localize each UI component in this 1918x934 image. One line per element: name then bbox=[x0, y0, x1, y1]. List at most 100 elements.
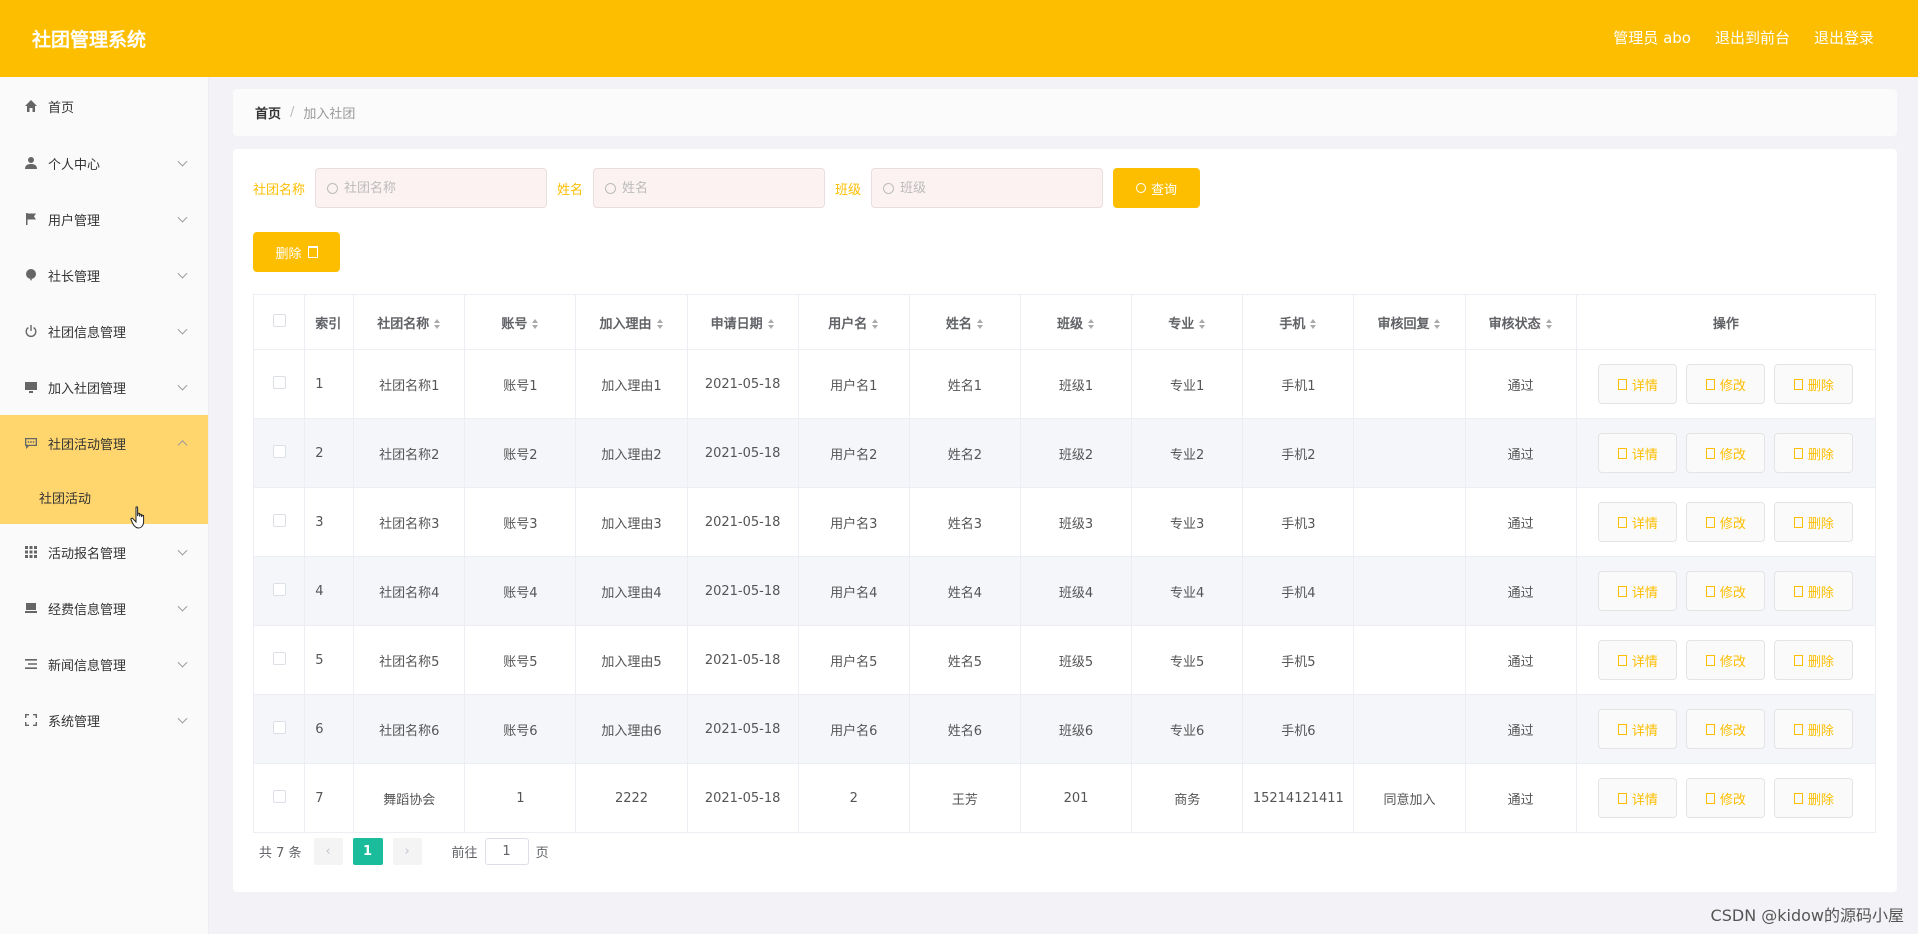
delete-button[interactable]: 删除 bbox=[1774, 433, 1854, 473]
row-checkbox[interactable] bbox=[272, 789, 286, 803]
sort-icon[interactable] bbox=[434, 319, 441, 329]
sort-icon[interactable] bbox=[1434, 319, 1441, 329]
cell-reason: 加入理由5 bbox=[575, 625, 688, 695]
edit-button[interactable]: 修改 bbox=[1686, 640, 1766, 680]
row-select-cell bbox=[252, 556, 306, 626]
column-header[interactable]: 专业 bbox=[1131, 294, 1244, 350]
sidebar-item-label: 经费信息管理 bbox=[48, 602, 127, 618]
column-header[interactable]: 社团名称 bbox=[353, 294, 466, 350]
column-header-label: 加入理由 bbox=[599, 316, 652, 332]
club-name-field[interactable] bbox=[315, 168, 548, 208]
sort-icon[interactable] bbox=[1199, 319, 1206, 329]
sidebar-item-home[interactable]: 首页 bbox=[0, 77, 208, 135]
delete-button-label: 删除 bbox=[1807, 447, 1834, 463]
select-all-checkbox[interactable] bbox=[272, 313, 286, 327]
column-header[interactable]: 申请日期 bbox=[686, 294, 799, 350]
column-header[interactable]: 账号 bbox=[464, 294, 577, 350]
next-page-button[interactable]: › bbox=[392, 838, 422, 865]
sort-icon[interactable] bbox=[532, 319, 539, 329]
sidebar-item-funding-management[interactable]: 经费信息管理 bbox=[0, 580, 208, 636]
edit-button[interactable]: 修改 bbox=[1686, 709, 1766, 749]
sort-icon[interactable] bbox=[976, 319, 984, 329]
sort-icon[interactable] bbox=[1310, 319, 1317, 329]
table-row: 5 社团名称5 账号5 加入理由5 2021-05-18 用户名5 姓名5 班级5 专业5 手机5… bbox=[252, 625, 1877, 695]
class-input[interactable] bbox=[900, 180, 1081, 196]
column-header[interactable]: 姓名 bbox=[908, 294, 1021, 350]
column-header[interactable]: 审核回复 bbox=[1353, 294, 1466, 350]
page-number-active[interactable]: 1 bbox=[352, 838, 383, 865]
detail-button[interactable]: 详情 bbox=[1598, 640, 1678, 680]
club-name-input[interactable] bbox=[344, 180, 525, 196]
query-button[interactable]: 查询 bbox=[1113, 168, 1201, 208]
class-field[interactable] bbox=[871, 168, 1104, 208]
sidebar-item-personal-center[interactable]: 个人中心 bbox=[0, 135, 208, 191]
column-header[interactable]: 用户名 bbox=[797, 294, 910, 350]
cell-club: 社团名称6 bbox=[353, 694, 466, 764]
cell-index: 6 bbox=[304, 694, 355, 764]
column-header[interactable]: 班级 bbox=[1019, 294, 1133, 350]
edit-button[interactable]: 修改 bbox=[1686, 778, 1766, 818]
column-header[interactable]: 审核状态 bbox=[1464, 294, 1577, 350]
sidebar-item-club-info-management[interactable]: 社团信息管理 bbox=[0, 303, 208, 359]
sidebar-item-join-club-management[interactable]: 加入社团管理 bbox=[0, 359, 208, 415]
detail-button[interactable]: 详情 bbox=[1598, 502, 1678, 542]
delete-button[interactable]: 删除 bbox=[1774, 502, 1854, 542]
sort-icon[interactable] bbox=[656, 319, 664, 329]
breadcrumb-home[interactable]: 首页 bbox=[255, 103, 281, 122]
row-checkbox[interactable] bbox=[272, 582, 286, 596]
row-checkbox[interactable] bbox=[272, 375, 286, 389]
sort-icon[interactable] bbox=[767, 319, 775, 329]
row-checkbox[interactable] bbox=[272, 444, 286, 458]
edit-button[interactable]: 修改 bbox=[1686, 364, 1766, 404]
admin-user-label[interactable]: 管理员 abo bbox=[1613, 27, 1691, 48]
trash-icon bbox=[1793, 516, 1803, 528]
sidebar-item-system-management[interactable]: 系统管理 bbox=[0, 692, 208, 748]
cell-actions: 详情 修改 删除 bbox=[1575, 763, 1877, 833]
sidebar-subitem-club-activity[interactable]: 社团活动 bbox=[0, 471, 208, 524]
row-actions: 详情 修改 删除 bbox=[1577, 364, 1875, 404]
sort-icon[interactable] bbox=[872, 319, 879, 329]
goto-page-input[interactable] bbox=[484, 838, 529, 865]
delete-button[interactable]: 删除 bbox=[1774, 364, 1854, 404]
sidebar-item-activity-registration-management[interactable]: 活动报名管理 bbox=[0, 524, 208, 580]
sort-icon[interactable] bbox=[1545, 319, 1553, 329]
cell-date: 2021-05-18 bbox=[686, 763, 799, 833]
list-icon bbox=[24, 657, 38, 671]
row-checkbox[interactable] bbox=[272, 720, 286, 734]
name-input[interactable] bbox=[622, 180, 803, 196]
sidebar-item-user-management[interactable]: 用户管理 bbox=[0, 191, 208, 247]
detail-button[interactable]: 详情 bbox=[1598, 778, 1678, 818]
edit-button[interactable]: 修改 bbox=[1686, 571, 1766, 611]
delete-button[interactable]: 删除 bbox=[1774, 778, 1854, 818]
sidebar-item-president-management[interactable]: 社长管理 bbox=[0, 247, 208, 303]
row-checkbox[interactable] bbox=[272, 651, 286, 665]
sidebar-item-label: 加入社团管理 bbox=[48, 381, 127, 397]
cell-major: 商务 bbox=[1131, 763, 1244, 833]
back-to-front-link[interactable]: 退出到前台 bbox=[1715, 27, 1790, 48]
delete-button[interactable]: 删除 bbox=[1774, 571, 1854, 611]
prev-page-button[interactable]: ‹ bbox=[313, 838, 343, 865]
cell-club: 社团名称4 bbox=[353, 556, 466, 626]
edit-button[interactable]: 修改 bbox=[1686, 433, 1766, 473]
cell-reason: 加入理由2 bbox=[575, 418, 688, 488]
batch-delete-button[interactable]: 删除 bbox=[253, 232, 340, 272]
detail-button[interactable]: 详情 bbox=[1598, 433, 1678, 473]
sidebar-item-news-management[interactable]: 新闻信息管理 bbox=[0, 636, 208, 692]
sidebar-item-club-activity-management[interactable]: 社团活动管理 bbox=[0, 415, 208, 471]
breadcrumb-current: 加入社团 bbox=[303, 107, 356, 122]
edit-button-label: 修改 bbox=[1719, 516, 1746, 532]
total-count: 共 7 条 bbox=[259, 846, 302, 861]
logout-link[interactable]: 退出登录 bbox=[1814, 27, 1874, 48]
cell-phone: 手机6 bbox=[1242, 694, 1355, 764]
sort-icon[interactable] bbox=[1088, 319, 1095, 329]
detail-button[interactable]: 详情 bbox=[1598, 364, 1678, 404]
detail-button[interactable]: 详情 bbox=[1598, 709, 1678, 749]
column-header[interactable]: 手机 bbox=[1242, 294, 1355, 350]
delete-button[interactable]: 删除 bbox=[1774, 709, 1854, 749]
delete-button[interactable]: 删除 bbox=[1774, 640, 1854, 680]
name-field[interactable] bbox=[593, 168, 826, 208]
column-header[interactable]: 加入理由 bbox=[575, 294, 688, 350]
edit-button[interactable]: 修改 bbox=[1686, 502, 1766, 542]
detail-button[interactable]: 详情 bbox=[1598, 571, 1678, 611]
row-checkbox[interactable] bbox=[272, 513, 286, 527]
